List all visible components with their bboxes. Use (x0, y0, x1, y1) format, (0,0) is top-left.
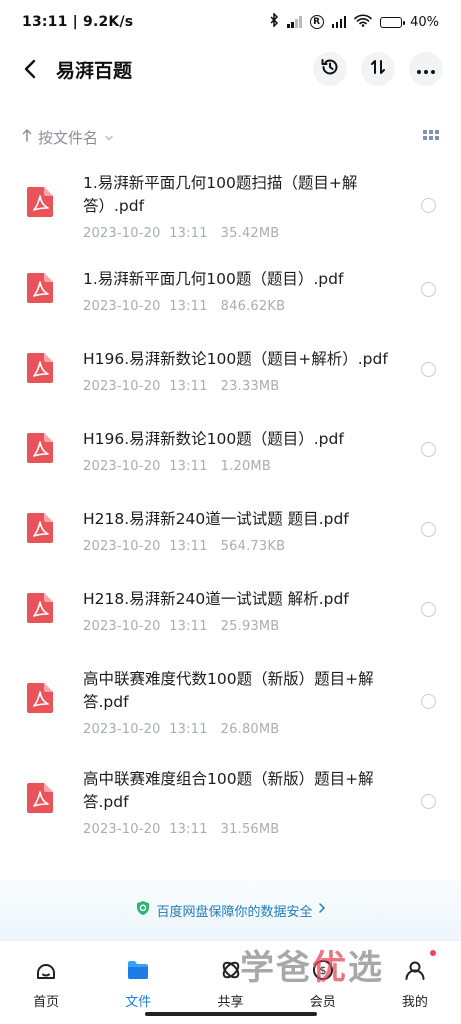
more-icon (416, 60, 436, 79)
file-meta: 2023-10-20 13:11 564.73KB (83, 539, 286, 554)
tab-label: 共享 (217, 995, 244, 1010)
history-button[interactable] (313, 52, 347, 86)
home-icon (34, 959, 58, 985)
chevron-right-icon (318, 902, 326, 918)
pdf-file-icon (26, 272, 54, 304)
signal-icon (331, 16, 347, 28)
watermark-part-2: 优 (312, 948, 348, 988)
wifi-icon (354, 14, 372, 31)
pdf-file-icon (26, 782, 54, 814)
file-name: 1.易湃新平面几何100题（题目）.pdf (83, 270, 344, 288)
file-row[interactable]: 高中联赛难度代数100题（新版）题目+解答.pdf 2023-10-20 13:1… (0, 668, 461, 758)
file-meta: 2023-10-20 13:11 31.56MB (83, 822, 280, 837)
folder-icon (126, 959, 150, 985)
more-button[interactable] (409, 52, 443, 86)
file-row[interactable]: H218.易湃新240道一试试题 题目.pdf 2023-10-20 13:11 … (0, 508, 461, 578)
page-title: 易湃百题 (56, 59, 133, 82)
arrow-up-icon[interactable] (22, 128, 32, 146)
status-bar: 13:11 | 9.2K/s R 40% (0, 0, 461, 44)
select-radio[interactable] (421, 602, 436, 617)
file-meta: 2023-10-20 13:11 23.33MB (83, 379, 280, 394)
select-radio[interactable] (421, 522, 436, 537)
chevron-down-icon[interactable] (104, 128, 114, 146)
file-name: 1.易湃新平面几何100题扫描（题目+解答）.pdf (83, 174, 358, 215)
tab-label: 文件 (125, 995, 152, 1010)
profile-icon (403, 959, 427, 985)
battery-text: 40% (410, 14, 439, 30)
file-name: H218.易湃新240道一试试题 题目.pdf (83, 510, 349, 528)
select-radio[interactable] (421, 694, 436, 709)
pdf-file-icon (26, 592, 54, 624)
tab-label: 我的 (401, 995, 428, 1010)
tab-home[interactable]: 首页 (0, 941, 92, 1024)
status-time: 13:11 | 9.2K/s (22, 14, 134, 30)
registered-icon: R (309, 15, 324, 29)
file-row[interactable]: 高中联赛难度组合100题（新版）题目+解答.pdf 2023-10-20 13:1… (0, 768, 461, 858)
notification-dot (430, 950, 436, 956)
tab-label: 会员 (309, 995, 336, 1010)
shield-icon (135, 900, 151, 920)
file-row[interactable]: H218.易湃新240道一试试题 解析.pdf 2023-10-20 13:11 … (0, 588, 461, 658)
watermark-part-1: 学爸 (240, 948, 312, 988)
battery-icon (380, 16, 406, 28)
file-meta: 2023-10-20 13:11 26.80MB (83, 722, 280, 737)
header: 易湃百题 (0, 44, 461, 94)
watermark-part-3: 选 (348, 948, 384, 988)
sort-bar: 按文件名 (0, 122, 461, 152)
pdf-file-icon (26, 512, 54, 544)
select-radio[interactable] (421, 794, 436, 809)
transfer-icon (368, 57, 388, 81)
banner-text: 百度网盘保障你的数据安全 (156, 904, 313, 920)
pdf-file-icon (26, 432, 54, 464)
file-name: H218.易湃新240道一试试题 解析.pdf (83, 590, 349, 608)
status-icons: R 40% (269, 12, 439, 31)
select-radio[interactable] (421, 442, 436, 457)
select-radio[interactable] (421, 198, 436, 213)
file-meta: 2023-10-20 13:11 1.20MB (83, 459, 271, 474)
grid-view-icon[interactable] (423, 128, 439, 146)
select-radio[interactable] (421, 282, 436, 297)
file-name: 高中联赛难度代数100题（新版）题目+解答.pdf (83, 670, 374, 711)
watermark: 学爸优选 (240, 940, 384, 989)
file-name: H196.易湃新数论100题（题目+解析）.pdf (83, 350, 388, 368)
chevron-left-icon[interactable] (18, 57, 42, 81)
file-meta: 2023-10-20 13:11 35.42MB (83, 226, 280, 241)
sort-label[interactable]: 按文件名 (38, 127, 98, 148)
bluetooth-icon (269, 12, 279, 31)
transfer-button[interactable] (361, 52, 395, 86)
signal-icon (287, 16, 302, 28)
file-meta: 2023-10-20 13:11 846.62KB (83, 299, 286, 314)
file-row[interactable]: 1.易湃新平面几何100题（题目）.pdf 2023-10-20 13:11 84… (0, 268, 461, 338)
file-row[interactable]: H196.易湃新数论100题（题目）.pdf 2023-10-20 13:11 1… (0, 428, 461, 498)
tab-label: 首页 (33, 995, 60, 1010)
file-name: 高中联赛难度组合100题（新版）题目+解答.pdf (83, 770, 374, 811)
select-radio[interactable] (421, 362, 436, 377)
security-banner[interactable]: 百度网盘保障你的数据安全 (0, 880, 461, 940)
pdf-file-icon (26, 352, 54, 384)
history-icon (320, 57, 340, 81)
file-row[interactable]: 1.易湃新平面几何100题扫描（题目+解答）.pdf 2023-10-20 13:… (0, 172, 461, 262)
pdf-file-icon (26, 186, 54, 218)
share-icon (219, 959, 243, 985)
home-indicator (145, 1012, 317, 1016)
file-meta: 2023-10-20 13:11 25.93MB (83, 619, 280, 634)
file-row[interactable]: H196.易湃新数论100题（题目+解析）.pdf 2023-10-20 13:1… (0, 348, 461, 418)
file-name: H196.易湃新数论100题（题目）.pdf (83, 430, 344, 448)
pdf-file-icon (26, 682, 54, 714)
